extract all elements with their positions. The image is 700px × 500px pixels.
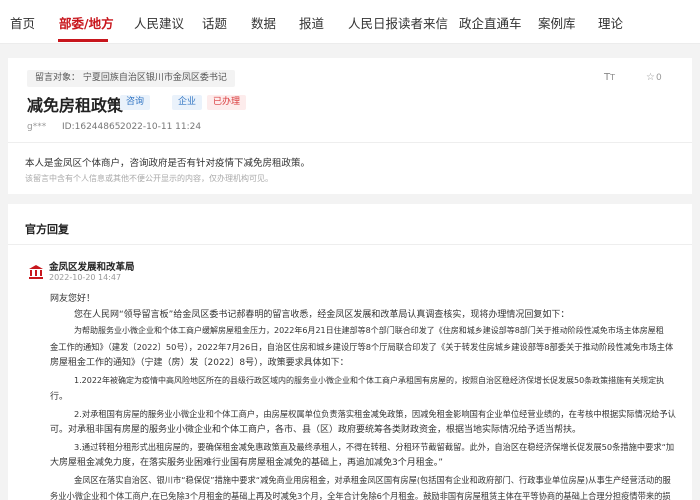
reply-line: 为帮助服务业小微企业和个体工商户缓解房屋租金压力，2022年6月21日住建部等8…: [74, 326, 664, 335]
reply-line: 大房屋租金减免力度，在落实服务业困难行业国有房屋租金减免的基础上，再追加减免3个…: [50, 458, 443, 468]
divider: [8, 244, 692, 245]
message-card: 留言对象： 宁夏回族自治区银川市金凤区委书记 TT ☆ 0 减免房租政策 咨询 …: [8, 58, 692, 194]
reply-line: 行。: [50, 392, 69, 402]
nav-item-gov-enterprise[interactable]: 政企直通车: [459, 13, 522, 32]
status-badge: 已办理: [207, 95, 247, 110]
favorite-count: 0: [656, 73, 662, 83]
active-tab-indicator: [58, 39, 108, 42]
divider: [8, 142, 692, 143]
reply-line: 您在人民网“领导留言板”给金凤区委书记郝春明的留言收悉，经金凤区发展和改革局认真…: [74, 310, 570, 320]
tag-field: 企业: [172, 95, 203, 110]
reply-line: 务业小微企业和个体工商户,在已免除3个月租金的基础上再及时减免3个月，全年合计免…: [50, 491, 671, 500]
government-building-icon: [29, 265, 43, 279]
nav-item-topics[interactable]: 话题: [202, 13, 227, 32]
reply-line: 可。对承租非国有房屋的服务业小微企业和个体工商户，各市、县（区）政府要统筹各类财…: [50, 425, 582, 435]
favorite-star-icon[interactable]: ☆: [646, 72, 655, 83]
reply-line: 网友您好！: [50, 294, 96, 304]
message-date: 2022-10-11 11:24: [120, 122, 202, 132]
reply-line: 3.通过转租分租形式出租房屋的，要确保租金减免惠政策直及最终承租人，不得在转租、…: [74, 442, 675, 452]
nav-item-ministries-local[interactable]: 部委/地方: [59, 13, 114, 32]
privacy-notice: 该留言中含有个人信息或其他不便公开显示的内容，仅办理机构可见。: [25, 174, 273, 183]
reply-heading: 官方回复: [25, 223, 69, 236]
nav-item-theory[interactable]: 理论: [598, 13, 623, 32]
reply-line: 金工作的通知》（建发〔2022〕50号），2022年7月26日，自治区住房和城乡…: [50, 342, 674, 352]
nav-item-data[interactable]: 数据: [251, 13, 276, 32]
reply-line: 2.对承租国有房屋的服务业小微企业和个体工商户，由房屋权属单位负责落实租金减免政…: [74, 409, 676, 419]
reply-line: 房屋租金工作的通知》（宁建（房）发〔2022〕8号），政策要求具体如下：: [50, 358, 349, 368]
text-size-icon[interactable]: TT: [604, 72, 615, 83]
reply-line: 金凤区在落实自治区、银川市“稳保促”措施中要求“减免商业用房租金，对承租金凤区国…: [74, 475, 671, 485]
reply-date: 2022-10-20 14:47: [49, 273, 122, 282]
message-content: 本人是金凤区个体商户，咨询政府是否有针对疫情下减免房租政策。: [25, 158, 311, 169]
nav-item-case-library[interactable]: 案例库: [538, 13, 576, 32]
reply-card: 官方回复 金凤区发展和改革局 2022-10-20 14:47 网友您好！ 您在…: [8, 204, 692, 500]
nav-item-people-suggestions[interactable]: 人民建议: [134, 13, 184, 32]
message-author: g***: [27, 122, 47, 132]
reply-org-name: 金凤区发展和改革局: [49, 262, 135, 273]
tag-type: 咨询: [120, 95, 151, 110]
reply-line: 1.2022年被确定为疫情中高风险地区所在的县级行政区域内的服务业小微企业和个体…: [74, 376, 665, 385]
nav-item-home[interactable]: 首页: [10, 13, 35, 32]
top-nav: 首页 部委/地方 人民建议 话题 数据 报道 人民日报读者来信 政企直通车 案例…: [0, 0, 700, 44]
message-title: 减免房租政策: [27, 96, 124, 115]
message-id: ID:16244865: [62, 122, 121, 132]
nav-item-readers-letters[interactable]: 人民日报读者来信: [348, 13, 448, 32]
nav-item-reports[interactable]: 报道: [299, 13, 324, 32]
message-target: 留言对象： 宁夏回族自治区银川市金凤区委书记: [27, 70, 235, 87]
